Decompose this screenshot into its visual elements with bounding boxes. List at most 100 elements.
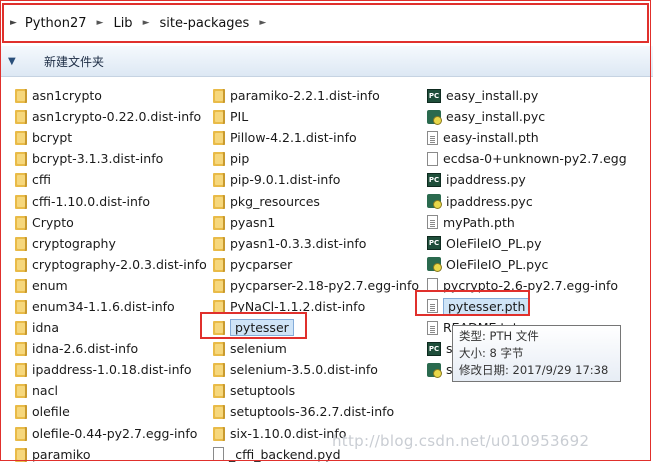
folder-item[interactable]: cryptography-2.0.3.dist-info bbox=[15, 254, 207, 275]
folder-item[interactable]: paramiko-2.2.1.dist-info bbox=[213, 85, 419, 106]
folder-icon bbox=[15, 404, 27, 420]
folder-item[interactable]: cffi-1.10.0.dist-info bbox=[15, 190, 207, 211]
folder-item[interactable]: ipaddress-1.0.18.dist-info bbox=[15, 359, 207, 380]
chevron-right-icon[interactable]: ► bbox=[143, 18, 150, 28]
item-label: ipaddress.pyc bbox=[446, 193, 533, 209]
python-file-icon: PC bbox=[427, 172, 441, 187]
item-label: ipaddress-1.0.18.dist-info bbox=[32, 362, 192, 378]
folder-item[interactable]: asn1crypto-0.22.0.dist-info bbox=[15, 106, 207, 127]
item-label: pyasn1 bbox=[230, 214, 276, 230]
new-folder-button[interactable]: 新建文件夹 bbox=[44, 53, 104, 70]
folder-item[interactable]: asn1crypto bbox=[15, 85, 207, 106]
folder-item[interactable]: olefile-0.44-py2.7.egg-info bbox=[15, 423, 207, 444]
item-label: easy_install.pyc bbox=[446, 109, 546, 125]
folder-icon bbox=[15, 194, 27, 209]
item-label: idna bbox=[32, 320, 59, 336]
item-label: pip bbox=[230, 151, 250, 167]
item-label: asn1crypto bbox=[32, 88, 102, 104]
item-label: pkg_resources bbox=[230, 193, 320, 209]
folder-item[interactable]: selenium bbox=[213, 338, 419, 359]
breadcrumb-python27[interactable]: Python27 bbox=[23, 16, 89, 31]
folder-item[interactable]: selenium-3.5.0.dist-info bbox=[213, 359, 419, 380]
folder-item[interactable]: Crypto bbox=[15, 212, 207, 233]
address-bar[interactable]: ► Python27 ► Lib ► site-packages ► bbox=[2, 3, 649, 43]
folder-item[interactable]: pycparser-2.18-py2.7.egg-info bbox=[213, 275, 419, 296]
breadcrumb-site-packages[interactable]: site-packages bbox=[157, 16, 251, 31]
file-item[interactable]: easy_install.pyc bbox=[427, 106, 627, 127]
folder-icon bbox=[213, 215, 225, 230]
chevron-down-icon[interactable]: ▼ bbox=[8, 56, 24, 67]
selected-folder-highlight bbox=[200, 312, 307, 339]
item-label: pycparser bbox=[230, 256, 293, 272]
item-label: paramiko bbox=[32, 446, 91, 462]
folder-icon bbox=[15, 426, 27, 441]
chevron-right-icon[interactable]: ► bbox=[259, 18, 266, 28]
file-item[interactable]: easy-install.pth bbox=[427, 127, 627, 148]
folder-item[interactable]: paramiko bbox=[15, 444, 207, 465]
folder-item[interactable]: enum34-1.1.6.dist-info bbox=[15, 296, 207, 317]
file-item[interactable]: OleFileIO_PL.pyc bbox=[427, 254, 627, 275]
folder-icon bbox=[15, 257, 27, 272]
folder-icon bbox=[15, 320, 27, 336]
folder-icon bbox=[15, 362, 27, 378]
item-label: six-1.10.0.dist-info bbox=[230, 425, 347, 441]
folder-item[interactable]: pkg_resources bbox=[213, 190, 419, 211]
folder-item[interactable]: enum bbox=[15, 275, 207, 296]
python-file-icon: PC bbox=[427, 341, 441, 356]
item-label: olefile-0.44-py2.7.egg-info bbox=[32, 425, 198, 441]
folder-item[interactable]: setuptools bbox=[213, 380, 419, 401]
watermark: http://blog.csdn.net/u010953692 bbox=[332, 432, 590, 450]
item-label: setuptools bbox=[230, 383, 296, 399]
folder-icon bbox=[213, 130, 225, 146]
folder-item[interactable]: pip-9.0.1.dist-info bbox=[213, 169, 419, 190]
item-label: easy-install.pth bbox=[443, 130, 539, 146]
chevron-right-icon[interactable]: ► bbox=[97, 18, 104, 28]
item-label: cffi bbox=[32, 172, 51, 188]
folder-item[interactable]: idna bbox=[15, 317, 207, 338]
file-item[interactable]: PC OleFileIO_PL.py bbox=[427, 233, 627, 254]
folder-item[interactable]: Pillow-4.2.1.dist-info bbox=[213, 127, 419, 148]
folder-icon bbox=[15, 130, 27, 146]
chevron-right-icon[interactable]: ► bbox=[10, 18, 17, 28]
folder-item[interactable]: bcrypt-3.1.3.dist-info bbox=[15, 148, 207, 169]
folder-item[interactable]: pyasn1 bbox=[213, 212, 419, 233]
folder-icon bbox=[15, 299, 27, 314]
folder-icon bbox=[213, 278, 225, 293]
item-label: pip-9.0.1.dist-info bbox=[230, 172, 341, 188]
folder-item[interactable]: PIL bbox=[213, 106, 419, 127]
file-item[interactable]: myPath.pth bbox=[427, 212, 627, 233]
folder-item[interactable]: cffi bbox=[15, 169, 207, 190]
item-label: Crypto bbox=[32, 214, 74, 230]
item-label: ecdsa-0+unknown-py2.7.egg bbox=[443, 151, 627, 167]
folder-item[interactable]: bcrypt bbox=[15, 127, 207, 148]
item-label: pycparser-2.18-py2.7.egg-info bbox=[230, 277, 420, 293]
folder-item[interactable]: olefile bbox=[15, 401, 207, 422]
file-item[interactable]: ecdsa-0+unknown-py2.7.egg bbox=[427, 148, 627, 169]
folder-icon bbox=[15, 151, 27, 167]
file-item[interactable]: PC ipaddress.py bbox=[427, 169, 627, 190]
file-item[interactable]: ipaddress.pyc bbox=[427, 190, 627, 211]
folder-item[interactable]: nacl bbox=[15, 380, 207, 401]
python-file-icon: PC bbox=[427, 88, 441, 103]
item-label: paramiko-2.2.1.dist-info bbox=[230, 88, 380, 104]
folder-item[interactable]: cryptography bbox=[15, 233, 207, 254]
folder-icon bbox=[213, 404, 225, 420]
breadcrumb-lib[interactable]: Lib bbox=[111, 16, 134, 31]
tooltip-date: 修改日期: 2017/9/29 17:38 bbox=[459, 363, 609, 377]
file-item[interactable]: PC easy_install.py bbox=[427, 85, 627, 106]
folder-icon bbox=[213, 172, 225, 188]
item-label: enum bbox=[32, 277, 68, 293]
folder-icon bbox=[213, 151, 225, 167]
file-tooltip: 类型: PTH 文件 大小: 8 字节 修改日期: 2017/9/29 17:3… bbox=[452, 325, 621, 382]
folder-item[interactable]: setuptools-36.2.7.dist-info bbox=[213, 401, 419, 422]
compiled-python-icon bbox=[427, 362, 442, 378]
tooltip-type: 类型: PTH 文件 bbox=[459, 329, 539, 343]
item-label: OleFileIO_PL.pyc bbox=[446, 256, 549, 272]
folder-item[interactable]: pip bbox=[213, 148, 419, 169]
folder-item[interactable]: pycparser bbox=[213, 254, 419, 275]
item-label: setuptools-36.2.7.dist-info bbox=[230, 404, 395, 420]
file-icon bbox=[213, 447, 224, 462]
folder-item[interactable]: idna-2.6.dist-info bbox=[15, 338, 207, 359]
folder-item[interactable]: pyasn1-0.3.3.dist-info bbox=[213, 233, 419, 254]
item-label: cryptography-2.0.3.dist-info bbox=[32, 256, 207, 272]
